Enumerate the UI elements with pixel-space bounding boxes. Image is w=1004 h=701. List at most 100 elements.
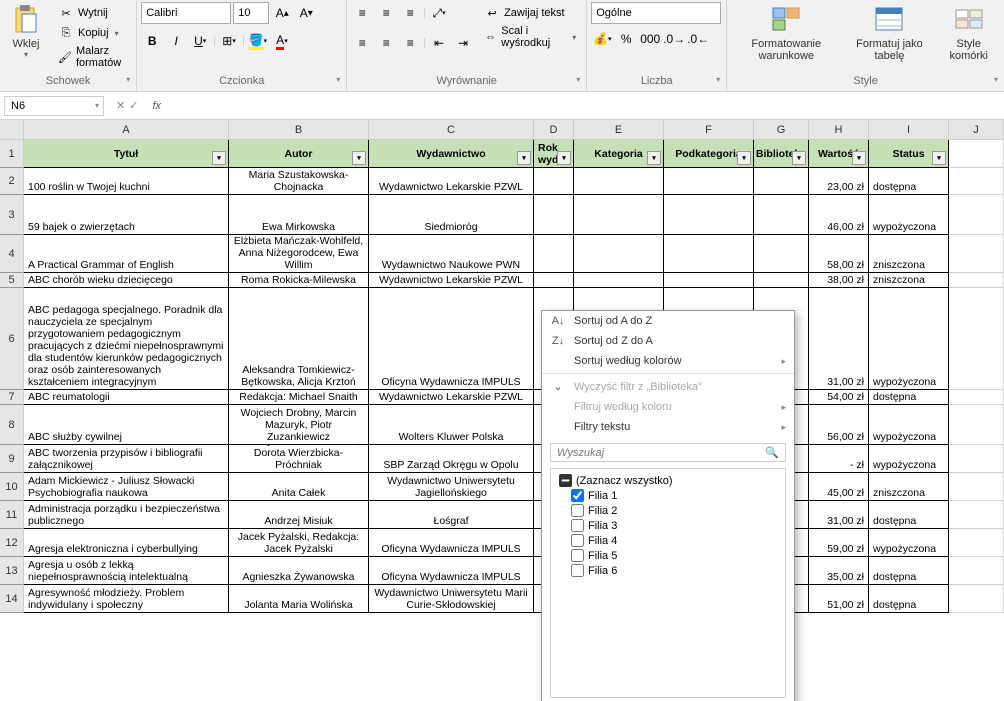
cell-F5[interactable] bbox=[664, 273, 754, 288]
format-painter-button[interactable]: 🖌Malarz formatów bbox=[54, 44, 130, 70]
cell-B6[interactable]: Aleksandra Tomkiewicz-Bętkowska, Alicja … bbox=[229, 288, 369, 390]
cell-I13[interactable]: dostępna bbox=[869, 557, 949, 585]
cell-H9[interactable]: - zł bbox=[809, 445, 869, 473]
cell-A4[interactable]: A Practical Grammar of English bbox=[24, 235, 229, 273]
row-header-5[interactable]: 5 bbox=[0, 273, 24, 288]
row-header-2[interactable]: 2 bbox=[0, 168, 24, 195]
cell-J12[interactable] bbox=[949, 529, 1004, 557]
cell-A5[interactable]: ABC chorób wieku dziecięcego bbox=[24, 273, 229, 288]
cell-J6[interactable] bbox=[949, 288, 1004, 390]
filter-button-H[interactable]: ▾ bbox=[852, 151, 866, 165]
cancel-formula-icon[interactable]: ✕ bbox=[116, 99, 125, 112]
cell-I8[interactable]: wypożyczona bbox=[869, 405, 949, 445]
column-header-F[interactable]: F bbox=[664, 120, 754, 140]
row-header-4[interactable]: 4 bbox=[0, 235, 24, 273]
cell-E5[interactable] bbox=[574, 273, 664, 288]
align-bottom-button[interactable]: ≡ bbox=[399, 2, 421, 24]
row-header-9[interactable]: 9 bbox=[0, 445, 24, 473]
cell-I7[interactable]: dostępna bbox=[869, 390, 949, 405]
cell-B2[interactable]: Maria Szustakowska-Chojnacka bbox=[229, 168, 369, 195]
format-table-button[interactable]: Formatuj jako tabelę bbox=[845, 2, 933, 64]
cell-D2[interactable] bbox=[534, 168, 574, 195]
filter-button-I[interactable]: ▾ bbox=[932, 151, 946, 165]
cell-J4[interactable] bbox=[949, 235, 1004, 273]
cell-J3[interactable] bbox=[949, 195, 1004, 235]
row-header-13[interactable]: 13 bbox=[0, 557, 24, 585]
cell-H3[interactable]: 46,00 zł bbox=[809, 195, 869, 235]
column-header-B[interactable]: B bbox=[229, 120, 369, 140]
copy-button[interactable]: ⎘Kopiuj▾ bbox=[54, 24, 130, 42]
cell-H12[interactable]: 59,00 zł bbox=[809, 529, 869, 557]
cell-E3[interactable] bbox=[574, 195, 664, 235]
cell-A10[interactable]: Adam Mickiewicz - Juliusz Słowacki Psych… bbox=[24, 473, 229, 501]
conditional-formatting-button[interactable]: Formatowanie warunkowe bbox=[731, 2, 841, 64]
row-header-3[interactable]: 3 bbox=[0, 195, 24, 235]
cell-H2[interactable]: 23,00 zł bbox=[809, 168, 869, 195]
cell-C6[interactable]: Oficyna Wydawnicza IMPULS bbox=[369, 288, 534, 390]
borders-button[interactable]: ⊞▾ bbox=[218, 30, 240, 52]
filter-button-D[interactable]: ▾ bbox=[557, 151, 571, 165]
cell-C8[interactable]: Wolters Kluwer Polska bbox=[369, 405, 534, 445]
cell-H5[interactable]: 38,00 zł bbox=[809, 273, 869, 288]
decrease-font-button[interactable]: A▾ bbox=[295, 2, 317, 24]
cell-C13[interactable]: Oficyna Wydawnicza IMPULS bbox=[369, 557, 534, 585]
decrease-indent-button[interactable]: ⇤ bbox=[428, 32, 450, 54]
percent-button[interactable]: % bbox=[615, 28, 637, 50]
cell-A12[interactable]: Agresja elektroniczna i cyberbullying bbox=[24, 529, 229, 557]
cell-A11[interactable]: Administracja porządku i bezpieczeństwa … bbox=[24, 501, 229, 529]
cell-A9[interactable]: ABC tworzenia przypisów i bibliografii z… bbox=[24, 445, 229, 473]
increase-font-button[interactable]: A▴ bbox=[271, 2, 293, 24]
filter-option[interactable]: Filia 1 bbox=[555, 488, 781, 503]
row-header-10[interactable]: 10 bbox=[0, 473, 24, 501]
cell-H8[interactable]: 56,00 zł bbox=[809, 405, 869, 445]
header-cell-D[interactable]: Rok wyda▾ bbox=[534, 140, 574, 168]
row-header-1[interactable]: 1 bbox=[0, 140, 24, 168]
align-right-button[interactable]: ≡ bbox=[399, 32, 421, 54]
cell-C14[interactable]: Wydawnictwo Uniwersytetu Marii Curie-Skł… bbox=[369, 585, 534, 613]
cell-I4[interactable]: zniszczona bbox=[869, 235, 949, 273]
cell-I5[interactable]: zniszczona bbox=[869, 273, 949, 288]
cell-A2[interactable]: 100 roślin w Twojej kuchni bbox=[24, 168, 229, 195]
cell-F2[interactable] bbox=[664, 168, 754, 195]
cell-I2[interactable]: dostępna bbox=[869, 168, 949, 195]
filter-button-G[interactable]: ▾ bbox=[792, 151, 806, 165]
formula-input[interactable] bbox=[167, 96, 1004, 116]
filter-option[interactable]: Filia 4 bbox=[555, 533, 781, 548]
cell-B13[interactable]: Agnieszka Żywanowska bbox=[229, 557, 369, 585]
filter-option[interactable]: Filia 3 bbox=[555, 518, 781, 533]
bold-button[interactable]: B bbox=[141, 30, 163, 52]
underline-button[interactable]: U▾ bbox=[189, 30, 211, 52]
cell-I3[interactable]: wypożyczona bbox=[869, 195, 949, 235]
row-header-8[interactable]: 8 bbox=[0, 405, 24, 445]
cell-E4[interactable] bbox=[574, 235, 664, 273]
cell-F3[interactable] bbox=[664, 195, 754, 235]
header-cell-I[interactable]: Status▾ bbox=[869, 140, 949, 168]
cell-I9[interactable]: wypożyczona bbox=[869, 445, 949, 473]
text-filter-item[interactable]: Filtry tekstu▸ bbox=[542, 417, 794, 437]
cell-C2[interactable]: Wydawnictwo Lekarskie PZWL bbox=[369, 168, 534, 195]
cell-B4[interactable]: Elżbieta Mańczak-Wohlfeld, Anna Niżegoro… bbox=[229, 235, 369, 273]
cell-I6[interactable]: wypożyczona bbox=[869, 288, 949, 390]
cell-I10[interactable]: zniszczona bbox=[869, 473, 949, 501]
orientation-button[interactable]: ⤢▾ bbox=[428, 2, 450, 24]
cell-A13[interactable]: Agresja u osób z lekką niepełnosprawnośc… bbox=[24, 557, 229, 585]
row-header-12[interactable]: 12 bbox=[0, 529, 24, 557]
cell-H10[interactable]: 45,00 zł bbox=[809, 473, 869, 501]
column-header-H[interactable]: H bbox=[809, 120, 869, 140]
cell-C3[interactable]: Siedmioróg bbox=[369, 195, 534, 235]
column-header-C[interactable]: C bbox=[369, 120, 534, 140]
wrap-text-button[interactable]: ↩Zawijaj tekst bbox=[480, 4, 580, 22]
align-top-button[interactable]: ≡ bbox=[351, 2, 373, 24]
row-header-14[interactable]: 14 bbox=[0, 585, 24, 613]
filter-search[interactable]: 🔍 bbox=[550, 443, 786, 462]
cell-I12[interactable]: wypożyczona bbox=[869, 529, 949, 557]
header-cell-E[interactable]: Kategoria▾ bbox=[574, 140, 664, 168]
sort-az-item[interactable]: A↓Sortuj od A do Z bbox=[542, 311, 794, 331]
filter-select-all[interactable]: (Zaznacz wszystko) bbox=[555, 473, 781, 488]
cell-J9[interactable] bbox=[949, 445, 1004, 473]
cell-J5[interactable] bbox=[949, 273, 1004, 288]
cell-J7[interactable] bbox=[949, 390, 1004, 405]
cell-H6[interactable]: 31,00 zł bbox=[809, 288, 869, 390]
header-cell-H[interactable]: Wartość▾ bbox=[809, 140, 869, 168]
cell-B3[interactable]: Ewa Mirkowska bbox=[229, 195, 369, 235]
